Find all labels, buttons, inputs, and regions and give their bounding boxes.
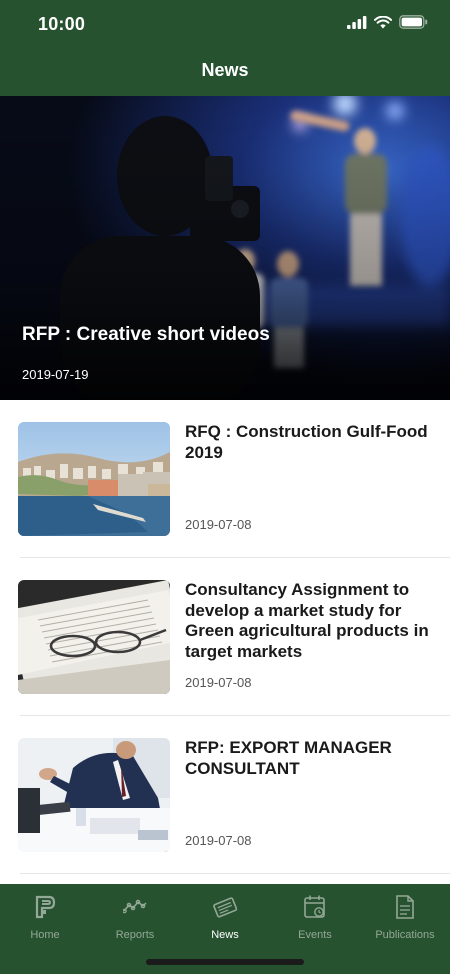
battery-icon (399, 15, 428, 29)
status-icons (347, 15, 428, 29)
tab-home[interactable]: Home (0, 890, 90, 948)
featured-news-image (0, 96, 450, 400)
home-logo-icon (35, 895, 56, 919)
app-header: 10:00 News (0, 0, 450, 96)
tab-label: News (211, 929, 239, 941)
news-date: 2019-07-08 (185, 675, 252, 690)
newspaper-icon (213, 897, 237, 918)
glasses-on-document-photo (18, 580, 170, 694)
tab-publications[interactable]: Publications (360, 890, 450, 948)
calendar-icon (304, 895, 325, 918)
featured-news-title[interactable]: RFP : Creative short videos (22, 324, 270, 346)
news-thumbnail (18, 738, 170, 852)
news-list-item[interactable]: RFQ : Construction Gulf-Food 2019 2019-0… (0, 400, 450, 558)
news-list-item[interactable]: RFP: EXPORT MANAGER CONSULTANT 2019-07-0… (0, 716, 450, 874)
tab-events[interactable]: Events (270, 890, 360, 948)
featured-news-card[interactable] (0, 96, 450, 400)
featured-news-date: 2019-07-19 (22, 367, 89, 382)
wifi-icon (374, 15, 392, 28)
home-indicator[interactable] (146, 959, 304, 965)
businessman-at-desk-photo (18, 738, 170, 852)
tab-reports[interactable]: Reports (90, 890, 180, 948)
status-bar: 10:00 (0, 0, 450, 48)
document-icon (396, 895, 414, 919)
news-title[interactable]: Consultancy Assignment to develop a mark… (185, 580, 430, 662)
tab-label: Events (298, 929, 332, 941)
tab-news[interactable]: News (180, 890, 270, 948)
page-title: News (201, 60, 249, 80)
news-thumbnail (18, 580, 170, 694)
chart-line-icon (123, 899, 147, 914)
news-title[interactable]: RFQ : Construction Gulf-Food 2019 (185, 422, 430, 463)
news-date: 2019-07-08 (185, 517, 252, 532)
coastal-city-photo (18, 422, 170, 536)
signal-icon (347, 15, 367, 29)
news-thumbnail (18, 422, 170, 536)
news-list-item[interactable]: Consultancy Assignment to develop a mark… (0, 558, 450, 716)
news-title[interactable]: RFP: EXPORT MANAGER CONSULTANT (185, 738, 430, 779)
tab-label: Reports (115, 929, 155, 941)
tab-label: Home (30, 929, 60, 941)
divider (20, 873, 450, 874)
news-date: 2019-07-08 (185, 833, 252, 848)
tab-label: Publications (375, 929, 435, 941)
status-time: 10:00 (38, 14, 86, 34)
